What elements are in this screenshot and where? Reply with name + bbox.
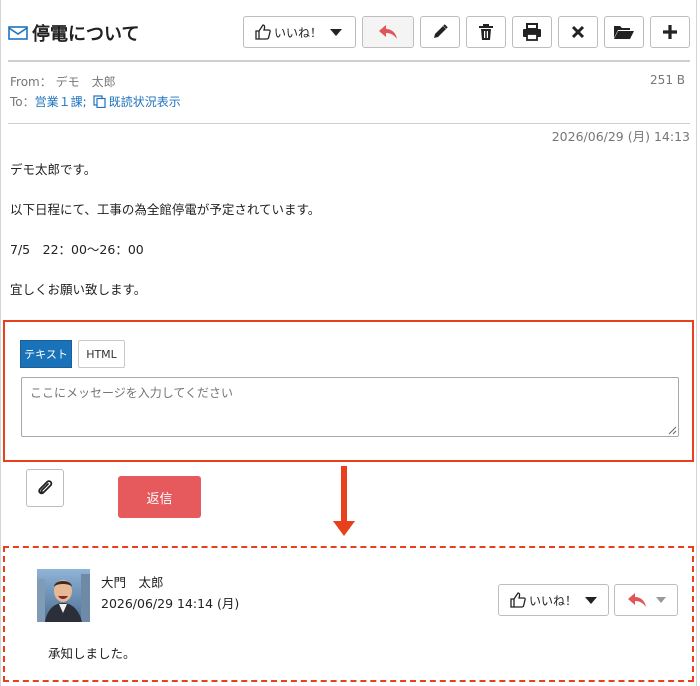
- comment-author: 大門 太郎: [101, 575, 164, 590]
- close-icon: [571, 25, 585, 39]
- paperclip-icon: [38, 480, 53, 495]
- comment-reply-button[interactable]: [614, 584, 678, 616]
- tab-html[interactable]: HTML: [78, 340, 125, 368]
- avatar: [37, 569, 90, 622]
- folder-open-icon: [614, 26, 634, 39]
- body-line: 以下日程にて、工事の為全館停電が予定されています。: [10, 202, 321, 217]
- move-folder-button[interactable]: [604, 16, 644, 48]
- title-wrap: 停電について: [8, 20, 139, 46]
- arrow-down-icon: [333, 521, 355, 536]
- add-button[interactable]: [650, 16, 690, 48]
- close-button[interactable]: [558, 16, 598, 48]
- reply-icon: [379, 25, 397, 39]
- attach-button[interactable]: [26, 469, 64, 507]
- to-label: To：: [10, 95, 35, 109]
- pencil-icon: [434, 24, 448, 38]
- user-photo-icon: [37, 569, 90, 622]
- header-divider: [8, 60, 690, 62]
- print-button[interactable]: [512, 16, 552, 48]
- chevron-down-icon[interactable]: [330, 28, 343, 36]
- thumbs-up-icon: [255, 24, 271, 40]
- like-label: いいね！: [529, 593, 578, 608]
- reply-button[interactable]: [362, 16, 414, 48]
- chevron-down-icon[interactable]: [585, 596, 598, 604]
- page-title: 停電について: [32, 24, 140, 45]
- to-recipient-link[interactable]: 営業１課;: [35, 93, 87, 110]
- meta-divider: [8, 123, 690, 124]
- arrow-shaft: [341, 466, 347, 524]
- from-name: デモ 太郎: [55, 75, 116, 89]
- reply-icon: [628, 593, 646, 607]
- mail-icon: [8, 26, 28, 40]
- toolbar: いいね！: [243, 16, 690, 48]
- from-label: From：: [10, 75, 52, 89]
- like-label: いいね！: [274, 25, 323, 40]
- message-date: 2026/06/29 (月) 14:13: [551, 129, 690, 144]
- body-line: デモ太郎です。: [10, 162, 97, 177]
- thumbs-up-icon: [510, 592, 526, 608]
- copy-icon: [93, 95, 106, 108]
- comment-text: 承知しました。: [48, 646, 136, 661]
- read-status-link[interactable]: 既読状況表示: [109, 93, 181, 110]
- comment-like-button[interactable]: いいね！: [498, 584, 609, 616]
- delete-button[interactable]: [466, 16, 506, 48]
- message-body: デモ太郎です。 以下日程にて、工事の為全館停電が予定されています。 7/5 22…: [10, 160, 320, 320]
- body-line: 7/5 22：00～26：00: [10, 242, 144, 257]
- send-reply-button[interactable]: 返信: [118, 476, 201, 518]
- printer-icon: [523, 23, 541, 41]
- edit-button[interactable]: [420, 16, 460, 48]
- like-button[interactable]: いいね！: [243, 16, 356, 48]
- to-row: To： 営業１課; 既読状況表示: [10, 93, 181, 110]
- from-row: From： デモ 太郎: [10, 73, 116, 90]
- body-line: 宜しくお願い致します。: [10, 282, 147, 297]
- message-header: 停電について いいね！: [8, 14, 690, 54]
- message-input[interactable]: [21, 377, 679, 437]
- trash-icon: [479, 24, 493, 40]
- plus-icon: [663, 25, 677, 39]
- chevron-down-icon[interactable]: [656, 597, 666, 603]
- comment-date: 2026/06/29 14:14 (月): [101, 596, 240, 611]
- tab-text[interactable]: テキスト: [20, 340, 72, 368]
- message-size: 251 B: [650, 73, 685, 87]
- resize-handle-icon[interactable]: [668, 426, 677, 435]
